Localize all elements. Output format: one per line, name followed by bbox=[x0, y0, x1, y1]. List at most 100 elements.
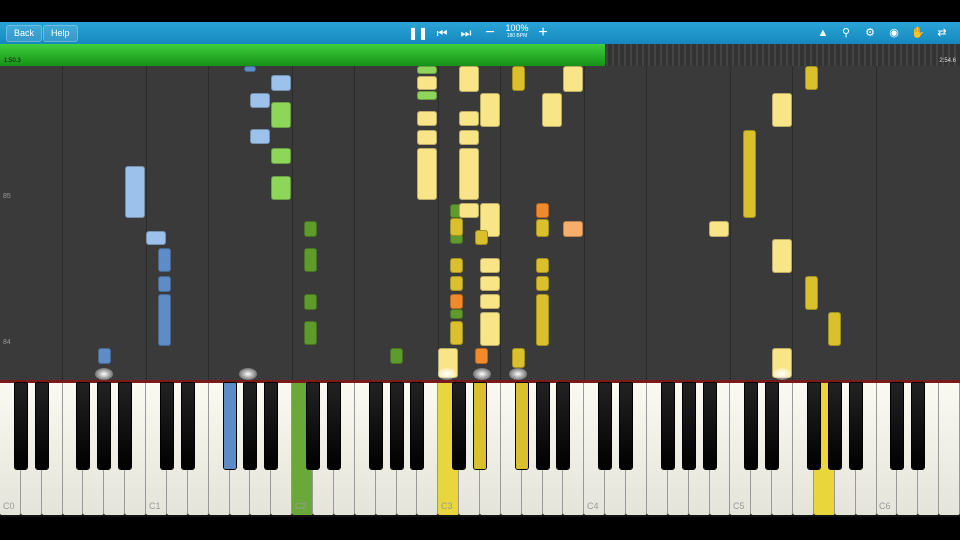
grid-line bbox=[792, 66, 793, 380]
black-key[interactable] bbox=[223, 383, 236, 469]
hand-icon[interactable]: ✋ bbox=[910, 25, 926, 41]
black-key[interactable] bbox=[244, 383, 257, 469]
grid-line bbox=[500, 66, 501, 380]
black-key[interactable] bbox=[828, 383, 841, 469]
black-key[interactable] bbox=[536, 383, 549, 469]
grid-line bbox=[438, 66, 439, 380]
black-key[interactable] bbox=[912, 383, 925, 469]
note bbox=[512, 66, 525, 91]
note bbox=[417, 111, 437, 126]
octave-label: C4 bbox=[587, 501, 599, 511]
note bbox=[805, 276, 818, 310]
skip-forward-icon[interactable]: ⏭ bbox=[457, 24, 475, 42]
note bbox=[304, 294, 317, 310]
note bbox=[450, 309, 463, 319]
black-key[interactable] bbox=[35, 383, 48, 469]
grid-line bbox=[292, 66, 293, 380]
help-button[interactable]: Help bbox=[43, 25, 78, 42]
black-key[interactable] bbox=[661, 383, 674, 469]
key-hit-glow bbox=[95, 368, 113, 380]
note bbox=[480, 93, 500, 127]
measure-label: 85 bbox=[3, 193, 11, 200]
black-key[interactable] bbox=[474, 383, 486, 469]
progress-fill bbox=[0, 44, 605, 66]
note bbox=[480, 258, 500, 273]
note bbox=[828, 312, 841, 346]
tempo-bpm: 180 BPM bbox=[506, 33, 528, 39]
minus-icon[interactable]: − bbox=[481, 24, 499, 42]
black-key[interactable] bbox=[327, 383, 340, 469]
black-key[interactable] bbox=[557, 383, 570, 469]
plus-icon[interactable]: + bbox=[534, 24, 552, 42]
black-key[interactable] bbox=[411, 383, 424, 469]
note bbox=[743, 130, 756, 218]
note bbox=[450, 276, 463, 291]
octave-label: C0 bbox=[3, 501, 15, 511]
black-key[interactable] bbox=[891, 383, 904, 469]
note bbox=[459, 66, 479, 92]
grid-line bbox=[62, 66, 63, 380]
black-key[interactable] bbox=[119, 383, 132, 469]
note bbox=[250, 129, 270, 144]
note bbox=[772, 239, 792, 273]
note bbox=[304, 221, 317, 237]
pause-icon[interactable]: ❚❚ bbox=[408, 24, 428, 42]
black-key[interactable] bbox=[703, 383, 716, 469]
note bbox=[390, 348, 403, 364]
black-key[interactable] bbox=[849, 383, 862, 469]
note bbox=[450, 258, 463, 273]
black-key[interactable] bbox=[599, 383, 612, 469]
progress-bar[interactable]: 1:50.3 2:54.6 bbox=[0, 44, 960, 66]
white-key[interactable] bbox=[939, 383, 960, 515]
black-key[interactable] bbox=[745, 383, 758, 469]
note bbox=[459, 130, 479, 145]
note bbox=[417, 76, 437, 90]
black-key[interactable] bbox=[766, 383, 779, 469]
black-key[interactable] bbox=[77, 383, 90, 469]
grid-line bbox=[646, 66, 647, 380]
note bbox=[250, 93, 270, 108]
note bbox=[417, 91, 437, 100]
note bbox=[459, 111, 479, 126]
black-key[interactable] bbox=[98, 383, 111, 469]
black-key[interactable] bbox=[453, 383, 466, 469]
skip-back-icon[interactable]: ⏮ bbox=[433, 24, 451, 42]
toolbar: Back Help ❚❚ ⏮ ⏭ − 100% 180 BPM + ▲ ⚲ ⚙ … bbox=[0, 22, 960, 45]
time-total: 2:54.6 bbox=[939, 58, 956, 64]
black-key[interactable] bbox=[620, 383, 633, 469]
loop-icon[interactable]: ⇄ bbox=[934, 25, 950, 41]
black-key[interactable] bbox=[390, 383, 403, 469]
grid-line bbox=[208, 66, 209, 380]
black-key[interactable] bbox=[14, 383, 27, 469]
black-key[interactable] bbox=[160, 383, 173, 469]
octave-label: C6 bbox=[879, 501, 891, 511]
black-key[interactable] bbox=[265, 383, 278, 469]
black-key[interactable] bbox=[515, 383, 528, 469]
grid-line bbox=[584, 66, 585, 380]
key-hit-glow bbox=[773, 368, 791, 380]
note bbox=[805, 66, 818, 90]
metronome-icon[interactable]: ▲ bbox=[815, 25, 831, 41]
black-key[interactable] bbox=[807, 383, 820, 469]
note bbox=[146, 231, 166, 245]
note bbox=[417, 130, 437, 145]
octave-label: C1 bbox=[149, 501, 161, 511]
tempo-display: 100% 180 BPM bbox=[500, 24, 534, 40]
octave-label: C5 bbox=[733, 501, 745, 511]
note bbox=[709, 221, 729, 237]
back-button[interactable]: Back bbox=[6, 25, 43, 42]
note bbox=[536, 219, 549, 237]
black-key[interactable] bbox=[682, 383, 695, 469]
black-key[interactable] bbox=[369, 383, 382, 469]
black-key[interactable] bbox=[181, 383, 194, 469]
pin-icon[interactable]: ◉ bbox=[886, 25, 902, 41]
search-icon[interactable]: ⚲ bbox=[838, 25, 854, 41]
black-key[interactable] bbox=[307, 383, 320, 469]
note bbox=[563, 66, 583, 92]
grid-line bbox=[146, 66, 147, 380]
note bbox=[480, 294, 500, 309]
grid-line bbox=[876, 66, 877, 380]
note bbox=[542, 93, 562, 127]
settings-icon[interactable]: ⚙ bbox=[862, 25, 878, 41]
key-hit-glow bbox=[239, 368, 257, 380]
